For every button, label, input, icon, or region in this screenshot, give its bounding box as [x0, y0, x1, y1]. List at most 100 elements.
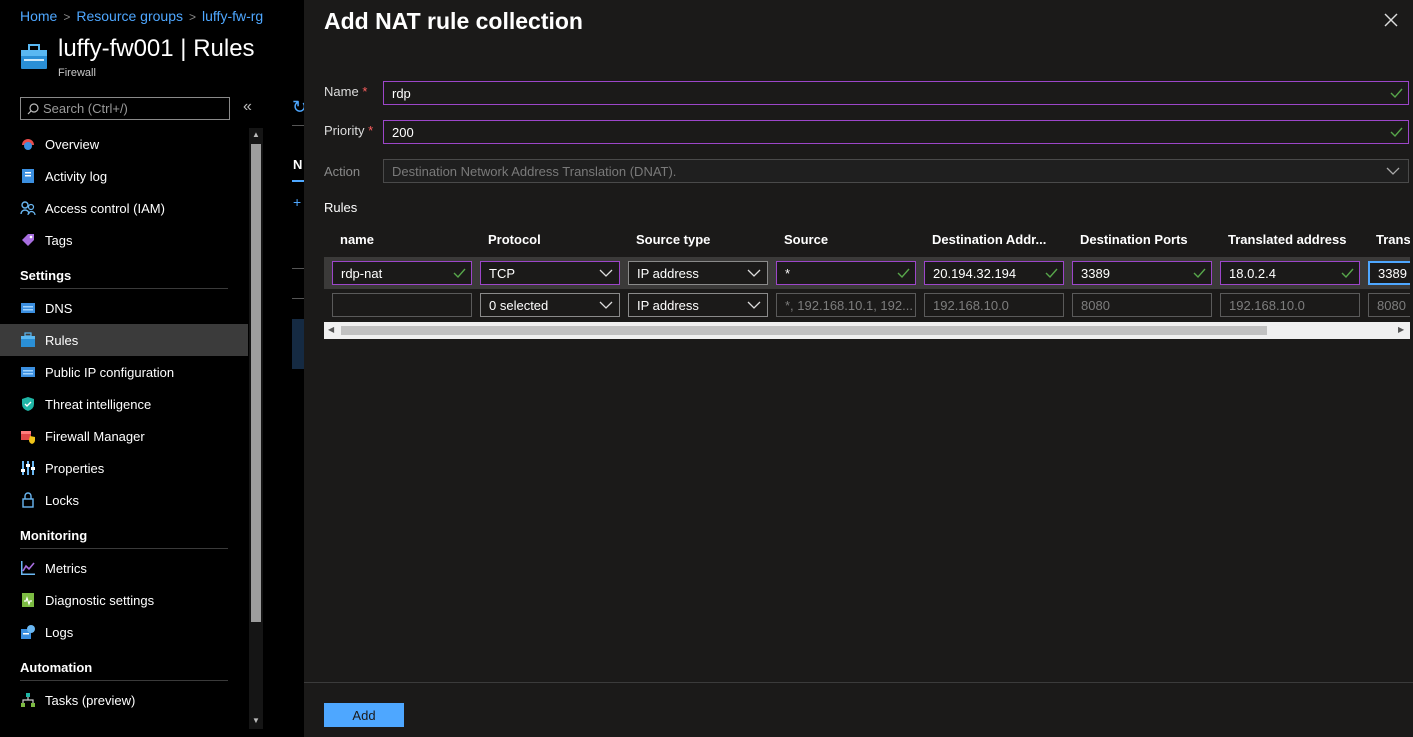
sidebar-item-public-ip[interactable]: Public IP configuration [0, 356, 248, 388]
sidebar-item-label: Tags [45, 232, 73, 248]
add-icon[interactable]: + [293, 194, 301, 210]
scroll-up-arrow-icon[interactable]: ▲ [252, 130, 260, 139]
source-input[interactable]: * [776, 261, 916, 285]
page-title: luffy-fw001 | Rules [58, 35, 255, 62]
scroll-right-arrow-icon[interactable]: ▶ [1398, 325, 1404, 334]
tab-nat-rule-collection[interactable]: N [293, 157, 302, 172]
rules-section-label: Rules [324, 200, 358, 215]
rules-content-behind-panel: ↻ N + [266, 0, 307, 737]
sidebar-item-overview[interactable]: Overview [0, 128, 248, 160]
sidebar-item-threat-intelligence[interactable]: Threat intelligence [0, 388, 248, 420]
source-type-dropdown[interactable]: IP address [628, 293, 768, 317]
required-asterisk: * [368, 123, 374, 138]
sidebar-item-locks[interactable]: Locks [0, 484, 248, 516]
people-icon [20, 200, 36, 216]
rules-grid: name Protocol Source type Source Destina… [324, 226, 1410, 339]
checkmark-icon [1390, 127, 1403, 138]
sidebar-item-tags[interactable]: Tags [0, 224, 248, 256]
sidebar-item-label: Logs [45, 624, 74, 640]
scrollbar-thumb[interactable] [251, 144, 261, 622]
action-dropdown[interactable]: Destination Network Address Translation … [383, 159, 1409, 183]
breadcrumb-resource-group[interactable]: luffy-fw-rg [202, 8, 263, 24]
checkmark-icon [897, 268, 910, 279]
destination-ports-input[interactable]: 3389 [1072, 261, 1212, 285]
translated-port-input[interactable]: 8080 [1368, 293, 1410, 317]
priority-field[interactable]: 200 [383, 120, 1409, 144]
activity-log-icon [20, 168, 36, 184]
destination-address-input[interactable]: 192.168.10.0 [924, 293, 1064, 317]
automation-section-header: Automation [20, 660, 93, 675]
sidebar-item-properties[interactable]: Properties [0, 452, 248, 484]
sidebar-item-activity-log[interactable]: Activity log [0, 160, 248, 192]
collapse-menu-icon[interactable]: « [243, 98, 252, 116]
resource-blade: Home>Resource groups>luffy-fw-rg>lu luff… [0, 0, 304, 737]
chevron-down-icon [599, 269, 613, 277]
search-input[interactable]: Search (Ctrl+/) [20, 97, 230, 120]
search-placeholder: Search (Ctrl+/) [43, 101, 128, 116]
name-label-text: Name [324, 84, 359, 99]
cell-value: 0 selected [489, 297, 549, 313]
cell-placeholder: *, 192.168.10.1, 192... [785, 297, 913, 313]
tasks-icon [20, 692, 36, 708]
column-header-protocol: Protocol [488, 232, 541, 247]
source-input[interactable]: *, 192.168.10.1, 192... [776, 293, 916, 317]
cell-value: TCP [489, 265, 515, 281]
close-icon[interactable] [1383, 12, 1399, 28]
firewall-manager-icon [20, 428, 36, 444]
sidebar-item-logs[interactable]: Logs [0, 616, 248, 648]
monitoring-section-header: Monitoring [20, 528, 88, 543]
cell-value: 20.194.32.194 [933, 265, 1017, 281]
name-field[interactable]: rdp [383, 81, 1409, 105]
sidebar-item-metrics[interactable]: Metrics [0, 552, 248, 584]
sidebar-item-tasks[interactable]: Tasks (preview) [0, 684, 248, 716]
settings-section-header: Settings [20, 268, 72, 283]
sidebar-item-iam[interactable]: Access control (IAM) [0, 192, 248, 224]
breadcrumb-resource-groups[interactable]: Resource groups [76, 8, 183, 24]
protocol-dropdown[interactable]: TCP [480, 261, 620, 285]
checkmark-icon [1045, 268, 1058, 279]
table-row: rdp-nat TCP IP address * 20.194.32.194 3… [324, 257, 1410, 289]
scrollbar-thumb[interactable] [341, 326, 1267, 335]
sidebar-menu: Overview Activity log Access control (IA… [0, 128, 248, 716]
scroll-down-arrow-icon[interactable]: ▼ [252, 716, 260, 725]
scroll-left-arrow-icon[interactable]: ◀ [328, 325, 334, 334]
name-label: Name * [324, 84, 367, 99]
sidebar-item-dns[interactable]: DNS [0, 292, 248, 324]
public-ip-icon [20, 364, 36, 380]
chevron-down-icon [747, 269, 761, 277]
rule-name-input[interactable] [332, 293, 472, 317]
divider [20, 288, 228, 289]
grid-horizontal-scrollbar[interactable]: ◀ ▶ [324, 322, 1410, 339]
cell-value: rdp-nat [341, 265, 383, 281]
rule-name-input[interactable]: rdp-nat [332, 261, 472, 285]
checkmark-icon [1341, 268, 1354, 279]
destination-ports-input[interactable]: 8080 [1072, 293, 1212, 317]
cell-placeholder: 8080 [1081, 297, 1110, 313]
sidebar-item-label: Activity log [45, 168, 108, 184]
cell-placeholder: 192.168.10.0 [1229, 297, 1305, 313]
column-header-source: Source [784, 232, 829, 247]
cell-placeholder: 8080 [1377, 297, 1406, 313]
destination-address-input[interactable]: 20.194.32.194 [924, 261, 1064, 285]
sidebar-item-label: Firewall Manager [45, 428, 145, 444]
shield-icon [20, 396, 36, 412]
sidebar-item-diagnostic-settings[interactable]: Diagnostic settings [0, 584, 248, 616]
firewall-rules-icon [20, 332, 36, 348]
overview-icon [20, 136, 36, 152]
sidebar-item-firewall-manager[interactable]: Firewall Manager [0, 420, 248, 452]
sidebar-scrollbar[interactable]: ▲ ▼ [249, 128, 263, 729]
add-nat-rule-collection-panel: Add NAT rule collection Name * rdp Prior… [304, 0, 1413, 737]
breadcrumb-home[interactable]: Home [20, 8, 57, 24]
panel-title: Add NAT rule collection [324, 8, 583, 34]
source-type-dropdown[interactable]: IP address [628, 261, 768, 285]
translated-address-input[interactable]: 18.0.2.4 [1220, 261, 1360, 285]
sidebar-item-label: Public IP configuration [45, 364, 175, 380]
sidebar-item-rules[interactable]: Rules [0, 324, 248, 356]
translated-port-input[interactable]: 3389 [1368, 261, 1410, 285]
sidebar-item-label: Overview [45, 136, 100, 152]
protocol-dropdown[interactable]: 0 selected [480, 293, 620, 317]
translated-address-input[interactable]: 192.168.10.0 [1220, 293, 1360, 317]
add-button[interactable]: Add [324, 703, 404, 727]
sidebar-item-label: Diagnostic settings [45, 592, 155, 608]
column-header-translated-address: Translated address [1228, 232, 1347, 247]
